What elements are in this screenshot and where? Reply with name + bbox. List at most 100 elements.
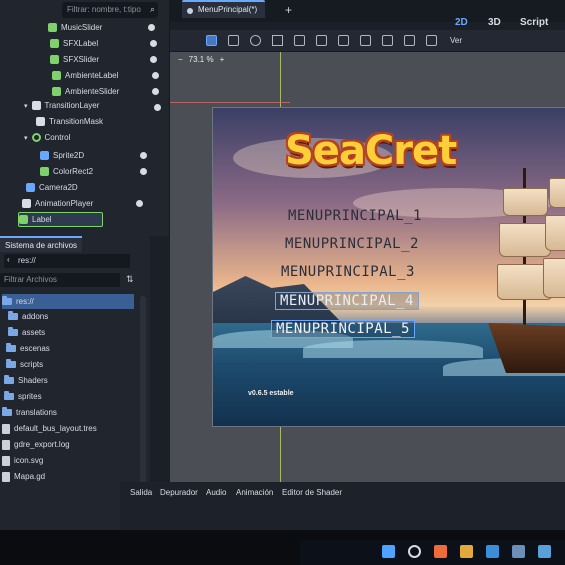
x-axis-guide	[170, 102, 290, 103]
tab-shader-editor[interactable]: Editor de Shader	[282, 488, 342, 497]
image-file-icon	[2, 455, 10, 466]
zoom-out-icon[interactable]: −	[178, 55, 183, 64]
chevron-down-icon[interactable]: ▾	[24, 134, 28, 142]
tab-audio[interactable]: Audio	[206, 488, 226, 497]
arrow-left-icon[interactable]: ‹	[7, 255, 10, 264]
zoom-in-icon[interactable]: +	[220, 55, 225, 64]
chevron-down-icon[interactable]: ▾	[24, 102, 28, 110]
tree-node-label-selected[interactable]: Label	[18, 212, 103, 227]
mode-2d-button[interactable]: 2D	[455, 17, 468, 28]
fs-item-translations[interactable]: translations	[2, 405, 134, 420]
snap-tool-icon[interactable]	[338, 35, 349, 46]
zoom-level[interactable]: 73.1 %	[189, 55, 214, 64]
fs-item-default-bus-layout[interactable]: default_bus_layout.tres	[2, 421, 134, 436]
mode-3d-button[interactable]: 3D	[488, 17, 501, 28]
tab-debugger[interactable]: Depurador	[160, 488, 198, 497]
tree-node-animationplayer[interactable]: AnimationPlayer	[22, 196, 93, 211]
tree-node-musicslider[interactable]: MusicSlider	[48, 20, 102, 35]
menu-label-3[interactable]: MENUPRINCIPAL_3	[281, 264, 415, 280]
tree-node-label: SFXLabel	[63, 39, 99, 48]
os-taskbar	[300, 540, 565, 565]
fs-item-assets[interactable]: assets	[8, 325, 140, 340]
scale-tool-icon[interactable]	[272, 35, 283, 46]
lock-icon[interactable]	[382, 35, 393, 46]
label-node-icon	[19, 215, 28, 224]
bone-icon[interactable]	[426, 35, 437, 46]
group-icon[interactable]	[404, 35, 415, 46]
move-tool-icon[interactable]	[228, 35, 239, 46]
fs-item-label: gdre_export.log	[14, 440, 70, 449]
ruler-tool-icon[interactable]	[294, 35, 305, 46]
search-icon[interactable]	[408, 545, 421, 558]
sort-icon[interactable]: ⇅	[126, 274, 134, 285]
canvas-viewport[interactable]: − 73.1 % + SeaCret MENUPRINCIPAL_1 MENUP…	[170, 52, 565, 482]
tree-node-sfxslider[interactable]: SFXSlider	[50, 52, 99, 67]
pan-tool-icon[interactable]	[316, 35, 327, 46]
slider-node-icon	[50, 55, 59, 64]
visibility-eye-icon[interactable]	[152, 72, 159, 79]
fs-item-sprites[interactable]: sprites	[4, 389, 136, 404]
visibility-eye-icon[interactable]	[154, 104, 161, 111]
app-icon[interactable]	[486, 545, 499, 558]
tree-node-ambienteslider[interactable]: AmbienteSlider	[52, 84, 119, 99]
tree-node-transitionlayer[interactable]: ▾ TransitionLayer	[24, 98, 99, 113]
visibility-eye-icon[interactable]	[140, 152, 147, 159]
control-node-icon	[31, 133, 41, 142]
fs-item-gdre-export-log[interactable]: gdre_export.log	[2, 437, 134, 452]
tree-node-label: Label	[32, 215, 52, 224]
animation-player-icon	[22, 199, 31, 208]
tab-output[interactable]: Salida	[130, 488, 152, 497]
windows-start-icon[interactable]	[382, 545, 395, 558]
visibility-eye-icon[interactable]	[152, 88, 159, 95]
tree-node-sfxlabel[interactable]: SFXLabel	[50, 36, 98, 51]
folder-icon	[8, 327, 18, 336]
tree-node-transitionmask[interactable]: TransitionMask	[36, 114, 103, 129]
add-tab-icon[interactable]: +	[285, 3, 292, 17]
brave-browser-icon[interactable]	[434, 545, 447, 558]
tab-filesystem[interactable]: Sistema de archivos	[0, 236, 83, 252]
tree-node-camera2d[interactable]: Camera2D	[26, 180, 78, 195]
fs-item-mapa-gd[interactable]: Mapa.gd	[2, 469, 134, 484]
visibility-eye-icon[interactable]	[148, 24, 155, 31]
rotate-tool-icon[interactable]	[250, 35, 261, 46]
filesystem-path-field[interactable]: ‹ res://	[4, 254, 130, 268]
scene-tab-bar: MenuPrincipal(*) + 2D 3D Script	[170, 0, 565, 28]
tree-node-ambientelabel[interactable]: AmbienteLabel	[52, 68, 118, 83]
scene-filter-input[interactable]: Filtrar: nombre, t:tipo ⌕	[62, 2, 158, 18]
label-node-icon	[52, 71, 61, 80]
view-menu[interactable]: Ver	[450, 36, 462, 45]
fs-item-label: translations	[16, 408, 57, 417]
file-explorer-icon[interactable]	[460, 545, 473, 558]
tree-node-sprite2d[interactable]: Sprite2D	[40, 148, 84, 163]
mode-script-button[interactable]: Script	[520, 17, 548, 28]
scene-tab-label: MenuPrincipal(*)	[198, 5, 258, 14]
fs-item-escenas[interactable]: escenas	[6, 341, 138, 356]
visibility-eye-icon[interactable]	[140, 168, 147, 175]
fs-item-scripts[interactable]: scripts	[6, 357, 138, 372]
folder-icon	[2, 296, 12, 305]
app-icon[interactable]	[538, 545, 551, 558]
menu-label-5[interactable]: MENUPRINCIPAL_5	[271, 320, 415, 338]
visibility-eye-icon[interactable]	[150, 56, 157, 63]
sprite-node-icon	[40, 151, 49, 160]
fs-item-addons[interactable]: addons	[8, 309, 140, 324]
visibility-eye-icon[interactable]	[150, 40, 157, 47]
visibility-eye-icon[interactable]	[136, 200, 143, 207]
tab-menuprincipal[interactable]: MenuPrincipal(*)	[182, 0, 266, 18]
tree-node-label: MusicSlider	[61, 23, 103, 32]
select-tool-icon[interactable]	[206, 35, 217, 46]
tree-node-colorrect2[interactable]: ColorRect2	[40, 164, 93, 179]
tree-node-control[interactable]: ▾ Control	[24, 130, 70, 145]
tab-animation[interactable]: Animación	[236, 488, 273, 497]
fs-item-shaders[interactable]: Shaders	[4, 373, 136, 388]
grid-tool-icon[interactable]	[360, 35, 371, 46]
fs-item-root[interactable]: res://	[2, 294, 134, 309]
app-icon[interactable]	[512, 545, 525, 558]
menu-label-4[interactable]: MENUPRINCIPAL_4	[275, 292, 419, 310]
tree-node-label: TransitionMask	[49, 117, 103, 126]
filesystem-filter-input[interactable]: Filtrar Archivos	[0, 273, 120, 287]
ship-sail	[499, 223, 551, 257]
menu-label-1[interactable]: MENUPRINCIPAL_1	[288, 208, 422, 224]
fs-item-icon-svg[interactable]: icon.svg	[2, 453, 134, 468]
menu-label-2[interactable]: MENUPRINCIPAL_2	[285, 236, 419, 252]
